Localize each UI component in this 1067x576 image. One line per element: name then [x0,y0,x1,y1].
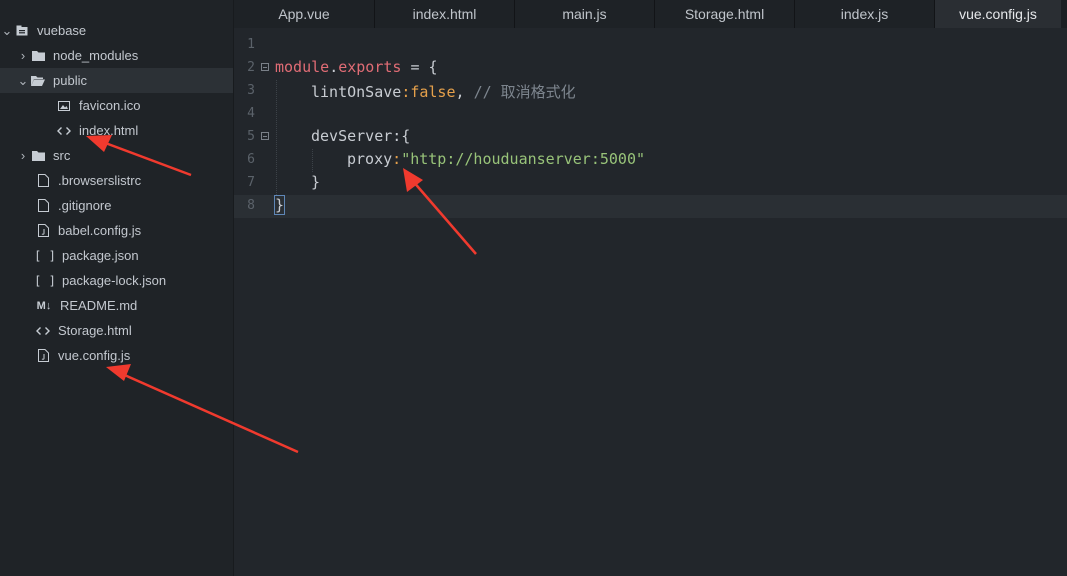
project-icon [14,24,30,38]
tab-index-js[interactable]: index.js [795,0,935,28]
tree-root-vuebase[interactable]: ⌄ vuebase [0,18,233,43]
json-file-icon: [ ] [34,248,56,263]
chevron-down-icon[interactable]: ⌄ [0,23,14,39]
token-keyword: exports [338,58,402,76]
code-line-current: 8 } [234,195,1067,218]
tree-label: package-lock.json [62,273,167,288]
tree-item-src[interactable]: › src [0,143,233,168]
code-line: 4 [234,103,1067,126]
chevron-right-icon[interactable]: › [16,148,30,163]
file-explorer: ⌄ vuebase › node_modules ⌄ public favico… [0,0,234,576]
line-number: 8 [247,198,255,213]
line-number: 2 [247,60,255,75]
tree-label: package.json [62,248,139,263]
tree-item-browserslistrc[interactable]: .browserslistrc [0,168,233,193]
code-line: 5 devServer:{ [234,126,1067,149]
token-punct: } [311,173,321,191]
tree-item-gitignore[interactable]: .gitignore [0,193,233,218]
token-punct: : [392,150,402,168]
tab-index-html[interactable]: index.html [375,0,515,28]
tree-item-babel-config[interactable]: babel.config.js [0,218,233,243]
folder-icon [30,149,46,163]
code-line: 2 module.exports = { [234,57,1067,80]
line-number: 4 [247,106,255,121]
folder-open-icon [30,74,46,88]
folder-icon [30,49,46,63]
tree-label: README.md [60,298,138,313]
tree-label: src [53,148,71,163]
js-file-icon [35,349,51,363]
tree-item-package-json[interactable]: [ ] package.json [0,243,233,268]
token-punct: . [329,58,339,76]
line-number: 6 [247,152,255,167]
line-number: 5 [247,129,255,144]
chevron-down-icon[interactable]: ⌄ [16,73,30,89]
token-comment: // 取消格式化 [473,83,576,101]
tab-vue-config-js[interactable]: vue.config.js [935,0,1061,28]
code-line: 6 proxy:"http://houduanserver:5000" [234,149,1067,172]
token-punct: = { [401,58,438,76]
indent-guide [312,149,314,172]
tree-item-readme[interactable]: M↓ README.md [0,293,233,318]
line-number: 1 [247,37,255,52]
code-line: 7 } [234,172,1067,195]
code-line: 3 lintOnSave:false, // 取消格式化 [234,80,1067,103]
markdown-file-icon: M↓ [36,299,52,312]
token-property: lintOnSave [311,83,402,101]
chevron-right-icon[interactable]: › [16,48,30,63]
code-file-icon [56,124,72,138]
image-file-icon [56,99,72,113]
tree-item-public[interactable]: ⌄ public [0,68,233,93]
tree-label: .gitignore [58,198,112,213]
tree-label: vuebase [37,23,87,38]
json-file-icon: [ ] [34,273,56,288]
token-punct: , [455,83,474,101]
tree-item-vue-config[interactable]: vue.config.js [0,343,233,368]
code-text: proxy:"http://houduanserver:5000" [347,150,645,168]
tree-item-node-modules[interactable]: › node_modules [0,43,233,68]
tree-item-package-lock-json[interactable]: [ ] package-lock.json [0,268,233,293]
token-keyword: module [275,58,330,76]
tab-main-js[interactable]: main.js [515,0,655,28]
token-punct: :{ [392,127,411,145]
code-line: 1 [234,34,1067,57]
tree-item-index-html[interactable]: index.html [0,118,233,143]
tree-label: .browserslistrc [58,173,142,188]
tree-label: favicon.ico [79,98,141,113]
editor-tab-bar: App.vue index.html main.js Storage.html … [234,0,1067,28]
tree-label: public [53,73,87,88]
tree-label: Storage.html [58,323,132,338]
code-text: devServer:{ [311,127,410,145]
tree-item-favicon[interactable]: favicon.ico [0,93,233,118]
code-text: } [273,195,286,215]
code-text: lintOnSave:false, // 取消格式化 [311,81,576,102]
indent-guide [276,80,278,195]
token-punct: } [273,195,286,215]
tree-label: babel.config.js [58,223,142,238]
code-editor[interactable]: 1 2 module.exports = { 3 lintOnSave:fals… [234,28,1067,576]
token-punct: : [401,83,411,101]
fold-toggle-icon[interactable] [261,63,269,71]
tree-item-storage-html[interactable]: Storage.html [0,318,233,343]
tree-label: node_modules [53,48,139,63]
tree-label: vue.config.js [58,348,131,363]
fold-toggle-icon[interactable] [261,132,269,140]
tree-label: index.html [79,123,139,138]
js-file-icon [35,224,51,238]
code-text: } [311,173,320,191]
tab-storage-html[interactable]: Storage.html [655,0,795,28]
token-property: devServer [311,127,393,145]
code-text: module.exports = { [275,58,438,76]
line-number: 7 [247,175,255,190]
token-string: "http://houduanserver:5000" [401,150,646,168]
token-property: proxy [347,150,393,168]
tab-app-vue[interactable]: App.vue [234,0,375,28]
token-boolean: false [410,83,456,101]
code-file-icon [35,324,51,338]
line-number: 3 [247,83,255,98]
file-icon [35,199,51,213]
file-icon [35,174,51,188]
